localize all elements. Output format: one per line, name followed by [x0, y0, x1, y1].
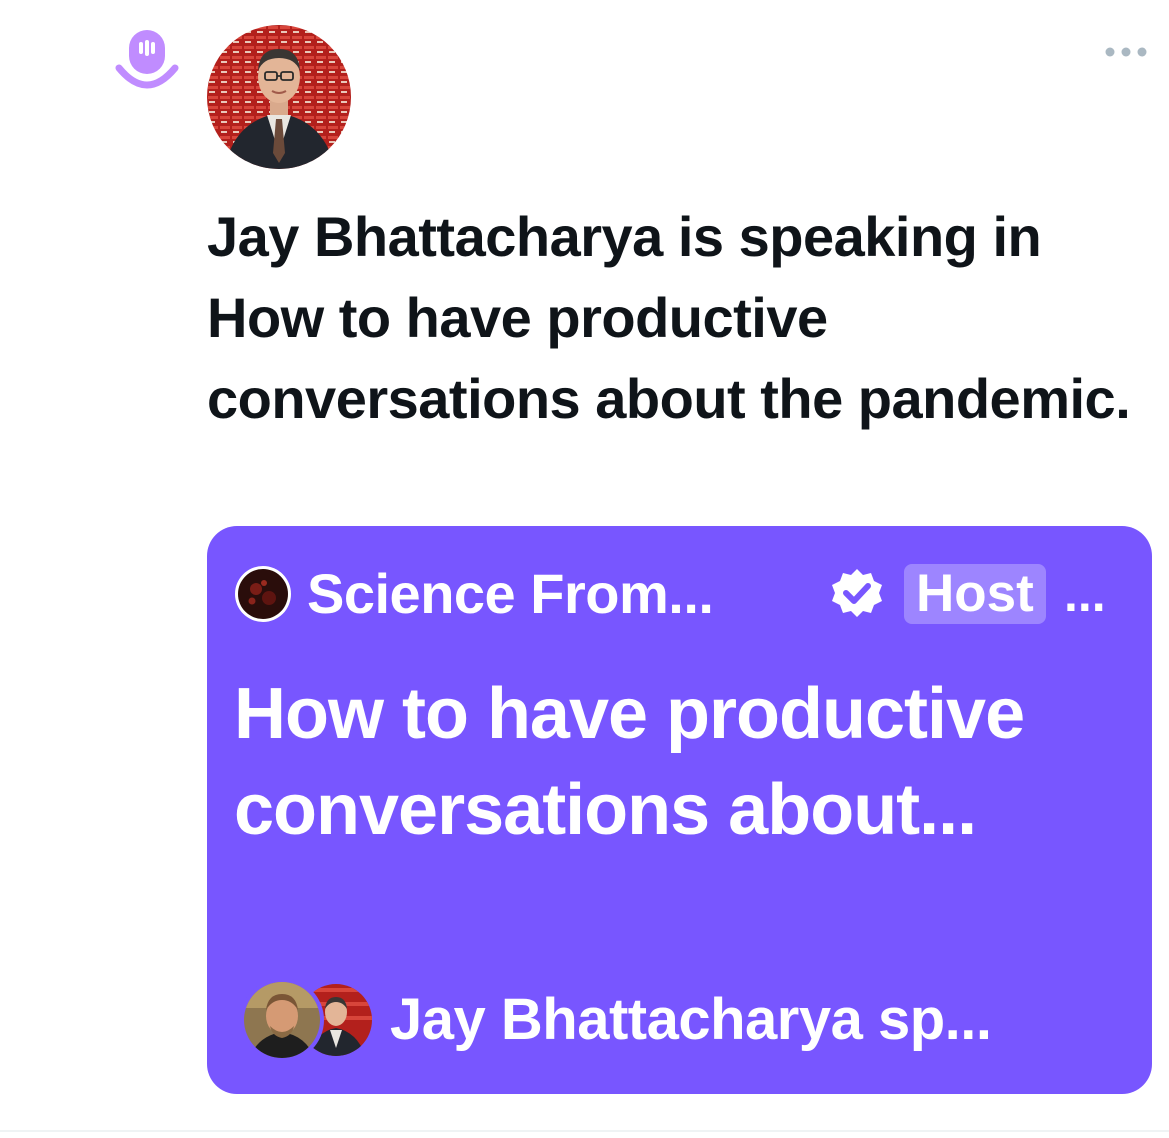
space-host-row: Science From... Host ... [234, 561, 1134, 627]
author-avatar[interactable] [207, 25, 351, 169]
post-headline: Jay Bhattacharya is speaking in How to h… [207, 205, 1131, 430]
speaker-avatar [240, 978, 324, 1062]
speakers-summary: Jay Bhattacharya sp... [390, 987, 992, 1052]
host-overflow-ellipsis: ... [1064, 566, 1106, 622]
spaces-icon [113, 28, 181, 96]
space-title: How to have productive conversations abo… [234, 674, 1025, 850]
more-options-button[interactable] [1100, 36, 1152, 68]
space-card[interactable]: Science From... Host ... How to have pro… [207, 526, 1152, 1094]
host-label-badge: Host [904, 564, 1046, 624]
space-speakers-row: Jay Bhattacharya sp... [240, 978, 1120, 1062]
more-horizontal-icon [1105, 47, 1147, 57]
host-avatar[interactable] [234, 565, 292, 623]
post-divider [0, 1130, 1169, 1132]
host-name: Science From... [307, 562, 714, 625]
verified-badge-icon [829, 566, 885, 622]
